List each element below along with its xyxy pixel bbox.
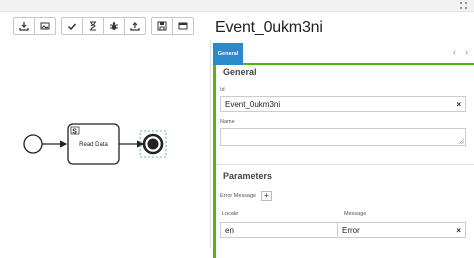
message-input[interactable]: Error ×: [337, 222, 466, 238]
add-error-message-button[interactable]: +: [261, 191, 272, 201]
tab-bar: General ‹ ›: [213, 43, 474, 65]
locale-value: en: [225, 225, 234, 235]
group-separator: [216, 164, 474, 165]
clear-id-icon[interactable]: ×: [456, 100, 461, 109]
bpmn-diagram: S Read Data: [23, 123, 167, 165]
image-icon: [40, 22, 50, 30]
window-button[interactable]: [172, 17, 194, 35]
name-textarea[interactable]: [220, 128, 466, 146]
save-icon: [157, 21, 167, 31]
remove-row-icon[interactable]: ×: [456, 226, 461, 235]
id-value: Event_0ukm3ni: [225, 99, 281, 109]
end-event-inner: [147, 138, 159, 150]
error-message-label: Error Message: [220, 193, 257, 199]
column-locale: Locale: [222, 211, 239, 217]
locale-input[interactable]: en: [220, 222, 338, 238]
tab-content-general: General Id Event_0ukm3ni × Name Paramete…: [213, 65, 474, 258]
panel-title: Event_0ukm3ni: [215, 19, 323, 36]
id-field[interactable]: Event_0ukm3ni ×: [220, 96, 466, 112]
validate-button[interactable]: [61, 17, 83, 35]
debug-button[interactable]: [103, 17, 125, 35]
window-icon: [178, 22, 188, 30]
bug-icon: [110, 22, 118, 30]
deploy-button[interactable]: [124, 17, 146, 35]
diagram-canvas[interactable]: S Read Data: [0, 40, 210, 258]
tab-general[interactable]: General: [213, 43, 243, 65]
toolbar-group-save: [151, 17, 194, 35]
message-value: Error: [342, 225, 360, 235]
toolbar-group-tools: [61, 17, 146, 35]
download-button[interactable]: [13, 17, 35, 35]
upload-icon: [130, 22, 140, 31]
task-label: Read Data: [79, 142, 108, 148]
column-message: Message: [344, 211, 367, 217]
toolbar-group-file: [13, 17, 56, 35]
check-icon: [67, 23, 77, 31]
tab-next-icon[interactable]: ›: [465, 47, 468, 57]
hourglass-button[interactable]: [82, 17, 104, 35]
resize-handle-icon[interactable]: [459, 139, 464, 144]
download-icon: [19, 22, 29, 31]
group-heading-general: General: [223, 67, 257, 77]
properties-panel: Event_0ukm3ni General ‹ › General Id Eve…: [211, 14, 474, 258]
start-event[interactable]: [23, 134, 43, 154]
toolbar: [13, 17, 199, 35]
top-bar: [0, 0, 474, 12]
grid-handle-icon[interactable]: [460, 2, 468, 10]
task-marker-text: S: [72, 128, 77, 135]
name-label: Name: [220, 119, 235, 125]
id-label: Id: [220, 87, 225, 93]
save-button[interactable]: [151, 17, 173, 35]
tab-prev-icon[interactable]: ‹: [453, 47, 456, 57]
export-image-button[interactable]: [34, 17, 56, 35]
hourglass-icon: [90, 21, 96, 31]
group-heading-parameters: Parameters: [223, 171, 273, 181]
